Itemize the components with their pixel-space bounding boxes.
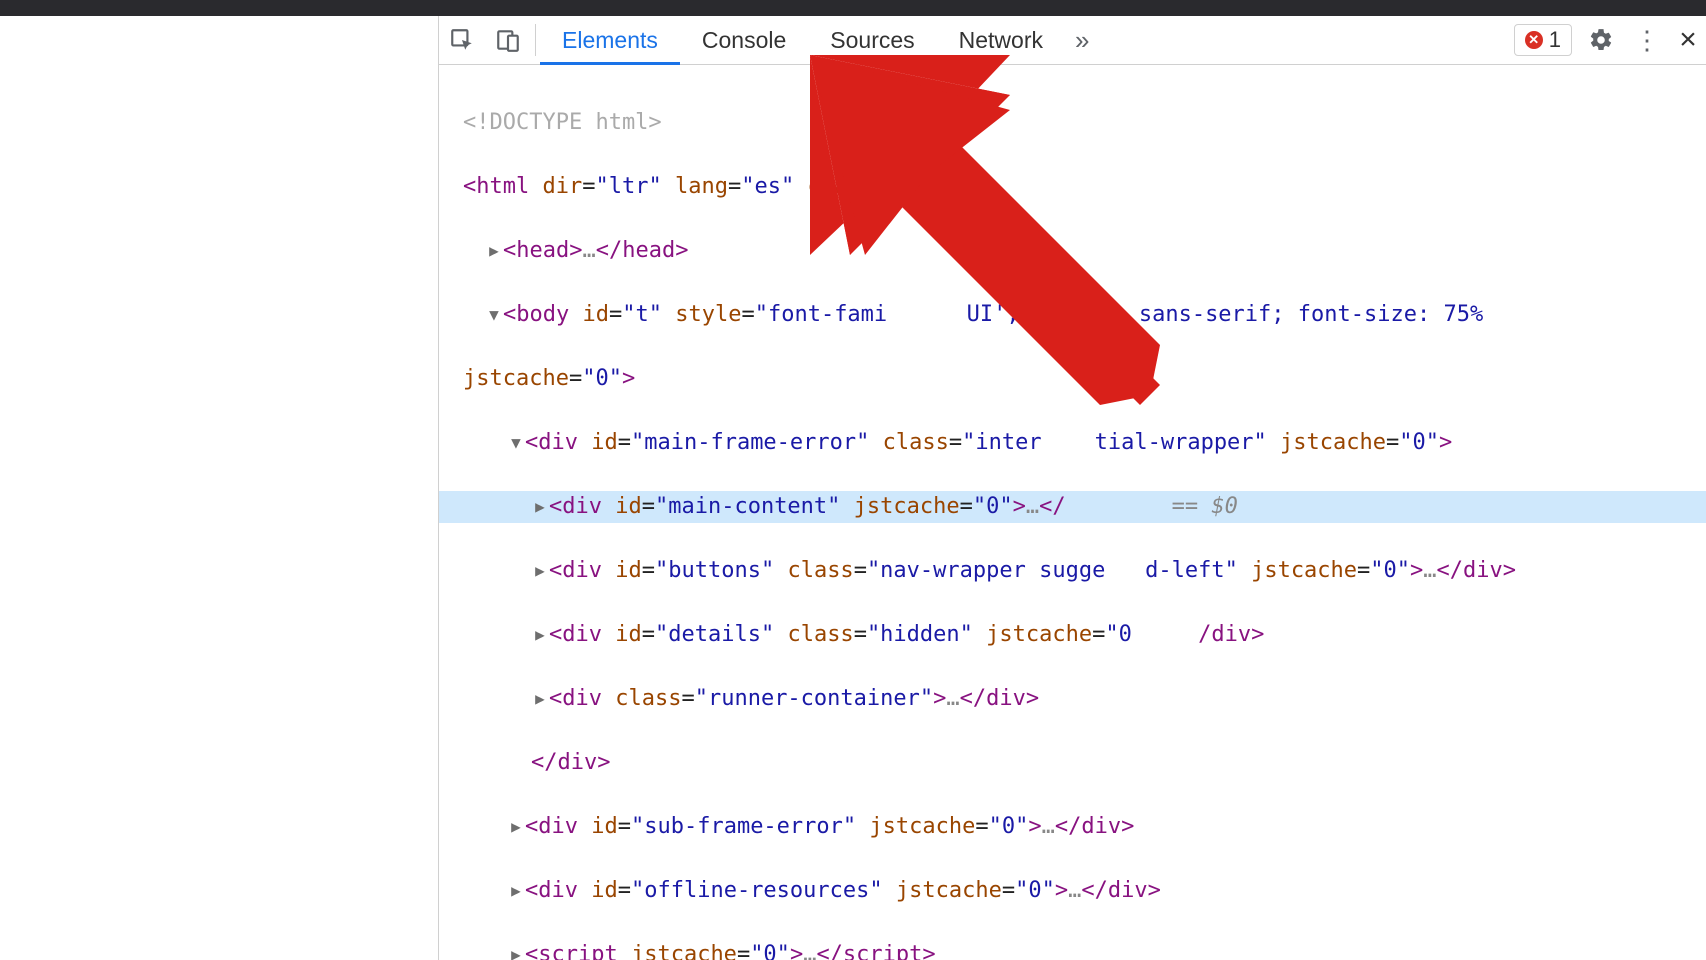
selected-node-ref: == $0 <box>1158 494 1237 519</box>
more-tabs-icon[interactable]: » <box>1065 16 1099 64</box>
expand-arrow-icon[interactable]: ▶ <box>531 683 549 715</box>
close-devtools-icon[interactable]: × <box>1670 16 1706 64</box>
tab-label: Sources <box>830 27 914 54</box>
settings-icon[interactable] <box>1578 16 1624 64</box>
tab-label: Console <box>702 27 786 54</box>
error-count-badge[interactable]: ✕ 1 <box>1514 24 1572 56</box>
expand-arrow-icon[interactable]: ▶ <box>531 619 549 651</box>
dom-node[interactable]: ▶<div id="details" class="hidden" jstcac… <box>439 619 1706 651</box>
dom-node[interactable]: ▶<div id="buttons" class="nav-wrapper su… <box>439 555 1706 587</box>
expand-arrow-icon[interactable]: ▶ <box>507 875 525 907</box>
dom-node[interactable]: </div> <box>439 747 1706 779</box>
dom-node-selected[interactable]: ⋯▶<div id="main-content" jstcache="0">…<… <box>439 491 1706 523</box>
tab-elements[interactable]: Elements <box>540 16 680 64</box>
expand-arrow-icon[interactable]: ▶ <box>531 555 549 587</box>
tab-console[interactable]: Console <box>680 16 808 64</box>
tab-sources[interactable]: Sources <box>808 16 936 64</box>
more-menu-icon[interactable]: ⋮ <box>1624 16 1670 64</box>
dom-node[interactable]: <!DOCTYPE html> <box>439 107 1706 139</box>
dom-node[interactable]: ▶<script jstcache="0">…</script> <box>439 939 1706 960</box>
tab-label: Elements <box>562 27 658 54</box>
inspect-element-icon[interactable] <box>439 16 485 64</box>
dom-node[interactable]: ▶<head>…</head> <box>439 235 1706 267</box>
collapse-arrow-icon[interactable]: ▼ <box>507 427 525 459</box>
expand-arrow-icon[interactable]: ▶ <box>507 811 525 843</box>
dom-node-cont[interactable]: jstcache="0"> <box>439 363 1706 395</box>
error-icon: ✕ <box>1525 31 1543 49</box>
dom-node[interactable]: ▶<div class="runner-container">…</div> <box>439 683 1706 715</box>
device-toggle-icon[interactable] <box>485 16 531 64</box>
devtools-tabbar: Elements Console Sources Network » ✕ 1 ⋮… <box>439 16 1706 65</box>
expand-arrow-icon[interactable]: ▶ <box>507 939 525 960</box>
expand-arrow-icon[interactable]: ▶ <box>485 235 503 267</box>
dom-tree[interactable]: <!DOCTYPE html> <html dir="ltr" lang="es… <box>439 65 1706 960</box>
tab-label: Network <box>959 27 1043 54</box>
browser-chrome-strip <box>0 0 1706 16</box>
dom-node[interactable]: ▶<div id="offline-resources" jstcache="0… <box>439 875 1706 907</box>
page-content-pane <box>0 16 438 960</box>
error-count: 1 <box>1549 27 1561 53</box>
tab-network[interactable]: Network <box>937 16 1065 64</box>
dom-node[interactable]: <html dir="ltr" lang="es" clas <box>439 171 1706 203</box>
dom-node[interactable]: ▼<div id="main-frame-error" class="inter… <box>439 427 1706 459</box>
dom-node[interactable]: ▶<div id="sub-frame-error" jstcache="0">… <box>439 811 1706 843</box>
dom-node[interactable]: ▼<body id="t" style="font-fami UI', Taho… <box>439 299 1706 331</box>
expand-arrow-icon[interactable]: ▶ <box>531 491 549 523</box>
devtools-panel: Elements Console Sources Network » ✕ 1 ⋮… <box>438 16 1706 960</box>
collapse-arrow-icon[interactable]: ▼ <box>485 299 503 331</box>
